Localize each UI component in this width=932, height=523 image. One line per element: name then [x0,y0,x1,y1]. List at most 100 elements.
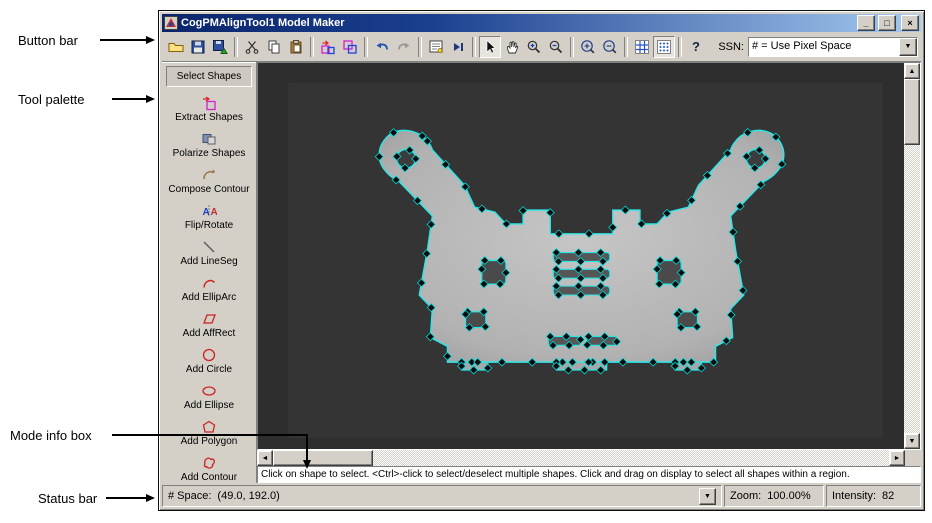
redo-button[interactable] [393,36,415,58]
palette-item-select-shapes[interactable]: Select Shapes [166,66,252,87]
palette-item-add-polygon[interactable]: Add Polygon [162,415,256,451]
toolbar-separator [678,36,682,57]
horizontal-scroll-thumb[interactable] [273,450,373,466]
help-button[interactable]: ? [685,36,707,58]
paste-icon [290,39,302,53]
palette-item-add-elliparc[interactable]: Add EllipArc [162,271,256,307]
open-button[interactable] [165,36,187,58]
toolbar-separator [418,36,422,57]
close-button[interactable]: × [901,15,919,31]
toolbar-separator [234,36,238,57]
train-icon [343,39,357,54]
pan-hand-icon [506,40,519,53]
scroll-left-button[interactable]: ◄ [257,450,273,466]
callout-line-status-bar [106,497,146,499]
callout-arrow-button-bar [146,36,155,44]
flip-rotate-icon: A A [203,205,217,218]
scroll-right-button[interactable]: ► [889,450,905,466]
zoom-in-button[interactable] [523,36,545,58]
add-polygon-icon [202,420,216,433]
undo-icon [376,42,388,50]
toolbar-separator [310,36,314,57]
window-title: CogPMAlignTool1 Model Maker [181,17,345,29]
zoom-in-centered-icon [581,39,595,53]
palette-item-label: Add Polygon [180,436,238,447]
properties-button[interactable] [425,36,447,58]
palette-item-polarize-shapes[interactable]: Polarize Shapes [162,127,256,163]
scroll-up-button[interactable]: ▲ [904,63,920,79]
palette-item-add-lineseg[interactable]: Add LineSeg [162,235,256,271]
ssn-combobox[interactable]: # = Use Pixel Space ▼ [748,36,918,57]
status-space-dropdown-button[interactable]: ▼ [699,487,716,505]
add-circle-icon [202,348,216,362]
vertical-scrollbar[interactable]: ▲ ▼ [904,63,920,449]
zoom-out-centered-button[interactable] [599,36,621,58]
extract-train-button[interactable] [317,36,339,58]
arrow-right-icon: ► [893,454,901,462]
status-space-label: # Space: [168,490,212,502]
zoom-in-centered-button[interactable] [577,36,599,58]
polarize-shapes-icon [202,134,216,145]
ssn-dropdown-button[interactable]: ▼ [899,37,917,56]
title-bar[interactable]: CogPMAlignTool1 Model Maker _ □ × [162,14,921,32]
arrow-up-icon: ▲ [908,67,916,75]
train-button[interactable] [339,36,361,58]
palette-item-flip-rotate[interactable]: A A Flip/Rotate [162,199,256,235]
palette-item-label: Polarize Shapes [172,148,246,159]
callout-status-bar: Status bar [38,491,98,506]
add-contour-icon [203,457,215,469]
redo-icon [398,42,410,50]
add-ellipse-icon [202,386,216,396]
compose-contour-icon [203,169,216,180]
palette-item-add-contour[interactable]: Add Contour [162,451,256,487]
svg-text:A: A [203,207,210,218]
status-space-panel: # Space: (49.0, 192.0) ▼ [162,485,722,507]
open-folder-icon [168,42,184,52]
palette-item-add-affrect[interactable]: Add AffRect [162,307,256,343]
grid-dots-button[interactable] [653,35,675,58]
undo-button[interactable] [371,36,393,58]
toolbar-separator [570,36,574,57]
zoom-out-icon [549,40,563,53]
palette-item-label: Add LineSeg [180,256,238,267]
zoom-out-button[interactable] [545,36,567,58]
palette-item-compose-contour[interactable]: Compose Contour [162,163,256,199]
palette-item-label: Flip/Rotate [184,220,234,231]
status-intensity-label: Intensity: [832,490,877,502]
save-image-button[interactable] [209,36,231,58]
save-button[interactable] [187,36,209,58]
extract-train-icon [321,39,335,54]
palette-item-label: Add Ellipse [183,400,235,411]
palette-item-label: Add AffRect [182,328,236,339]
ssn-combobox-value: # = Use Pixel Space [752,39,852,52]
palette-item-add-ellipse[interactable]: Add Ellipse [162,379,256,415]
toolbar-separator [624,36,628,57]
vertical-scroll-track[interactable] [904,79,920,433]
minimize-button[interactable]: _ [857,15,875,31]
palette-item-label: Add Contour [180,472,238,483]
palette-item-extract-shapes[interactable]: Extract Shapes [162,91,256,127]
cut-button[interactable] [241,36,263,58]
callout-arrow-mode-info [303,460,311,469]
grid-axes-button[interactable] [631,36,653,58]
tool-palette: Select Shapes Extract Shapes Polarize Sh… [162,62,257,483]
callout-arrow-status-bar [146,494,155,502]
zoom-out-centered-icon [603,39,617,53]
image-display[interactable]: ▲ ▼ [257,62,921,450]
copy-button[interactable] [263,36,285,58]
scroll-down-button[interactable]: ▼ [904,433,920,449]
paste-button[interactable] [285,36,307,58]
palette-item-label: Compose Contour [168,184,250,195]
callout-line-mode-info-v [306,434,308,460]
horizontal-scrollbar[interactable]: ◄ ► [257,450,921,466]
part-image[interactable] [258,63,904,449]
run-once-button[interactable] [447,36,469,58]
vertical-scroll-thumb[interactable] [904,79,920,145]
horizontal-scroll-track[interactable] [273,450,889,466]
maximize-button[interactable]: □ [878,15,896,31]
grid-dots-icon [657,39,671,54]
select-pointer-button[interactable] [479,35,501,58]
button-bar: ? SSN: # = Use Pixel Space ▼ [162,32,921,62]
pan-button[interactable] [501,36,523,58]
palette-item-add-circle[interactable]: Add Circle [162,343,256,379]
